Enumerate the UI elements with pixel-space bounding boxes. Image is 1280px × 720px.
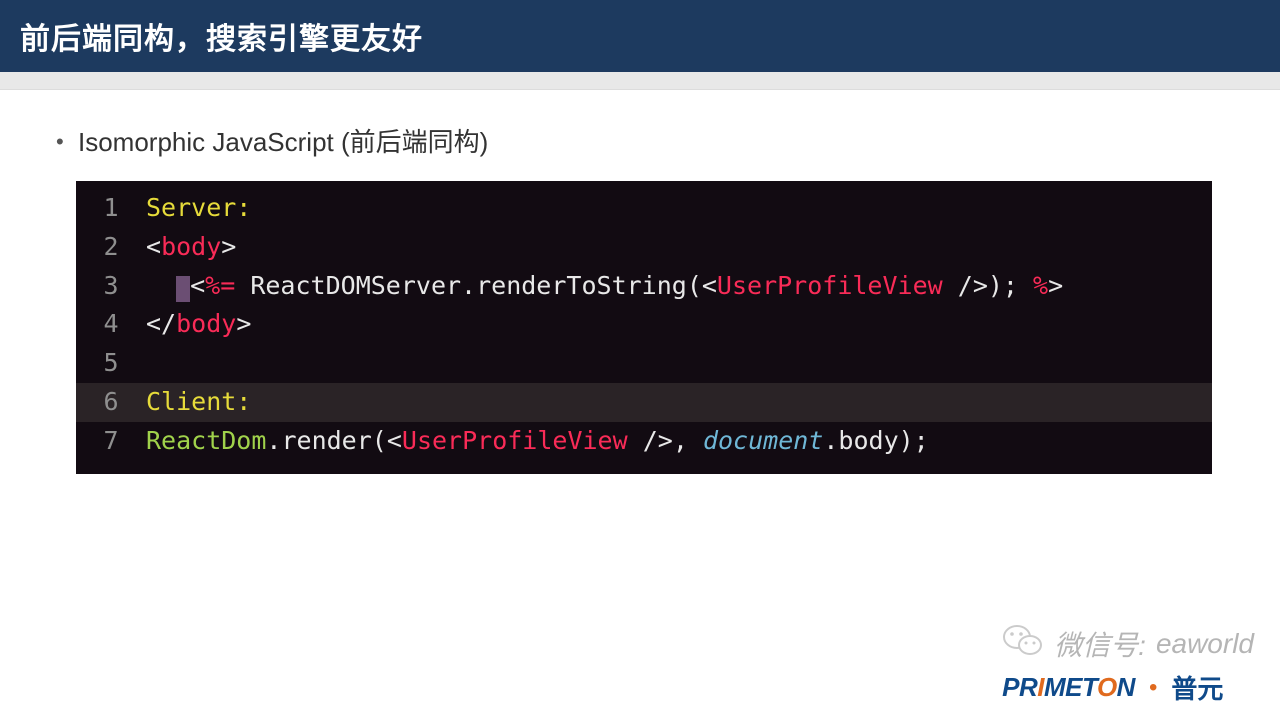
- code-line: 5: [76, 344, 1212, 383]
- code-text: <body>: [146, 228, 236, 267]
- wechat-icon: [1002, 622, 1044, 665]
- code-block: 1Server:2<body>3 <%= ReactDOMServer.rend…: [76, 181, 1212, 474]
- line-number: 4: [76, 305, 146, 344]
- watermark: 微信号: eaworld PRIMETON • 普元: [1002, 622, 1254, 706]
- line-number: 1: [76, 189, 146, 228]
- wechat-id: eaworld: [1156, 628, 1254, 660]
- bullet-dot: •: [56, 131, 78, 153]
- line-number: 2: [76, 228, 146, 267]
- code-line: 6Client:: [76, 383, 1212, 422]
- line-number: 6: [76, 383, 146, 422]
- code-line: 3 <%= ReactDOMServer.renderToString(<Use…: [76, 267, 1212, 306]
- code-text: ReactDom.render(<UserProfileView />, doc…: [146, 422, 929, 461]
- code-line: 4</body>: [76, 305, 1212, 344]
- line-number: 3: [76, 267, 146, 306]
- code-text: </body>: [146, 305, 251, 344]
- code-text: <%= ReactDOMServer.renderToString(<UserP…: [146, 267, 1063, 306]
- brand-cn: 普元: [1171, 669, 1223, 706]
- brand-logo: PRIMETON: [1002, 672, 1135, 703]
- code-line: 7ReactDom.render(<UserProfileView />, do…: [76, 422, 1212, 461]
- code-line: 1Server:: [76, 189, 1212, 228]
- code-line: 2<body>: [76, 228, 1212, 267]
- code-text: Client:: [146, 383, 251, 422]
- code-text: Server:: [146, 189, 251, 228]
- wechat-line: 微信号: eaworld: [1002, 622, 1254, 665]
- bullet-item: • Isomorphic JavaScript (前后端同构): [56, 122, 1232, 159]
- content-area: • Isomorphic JavaScript (前后端同构) 1Server:…: [0, 90, 1280, 474]
- wechat-label: 微信号:: [1054, 624, 1146, 664]
- line-number: 7: [76, 422, 146, 461]
- title-bar: 前后端同构，搜索引擎更友好: [0, 0, 1280, 72]
- header-band: [0, 72, 1280, 90]
- bullet-text: Isomorphic JavaScript (前后端同构): [78, 122, 488, 159]
- brand-row: PRIMETON • 普元: [1002, 669, 1254, 706]
- brand-separator: •: [1149, 674, 1157, 702]
- page-title: 前后端同构，搜索引擎更友好: [20, 14, 423, 58]
- cursor-icon: [176, 276, 190, 302]
- line-number: 5: [76, 344, 146, 383]
